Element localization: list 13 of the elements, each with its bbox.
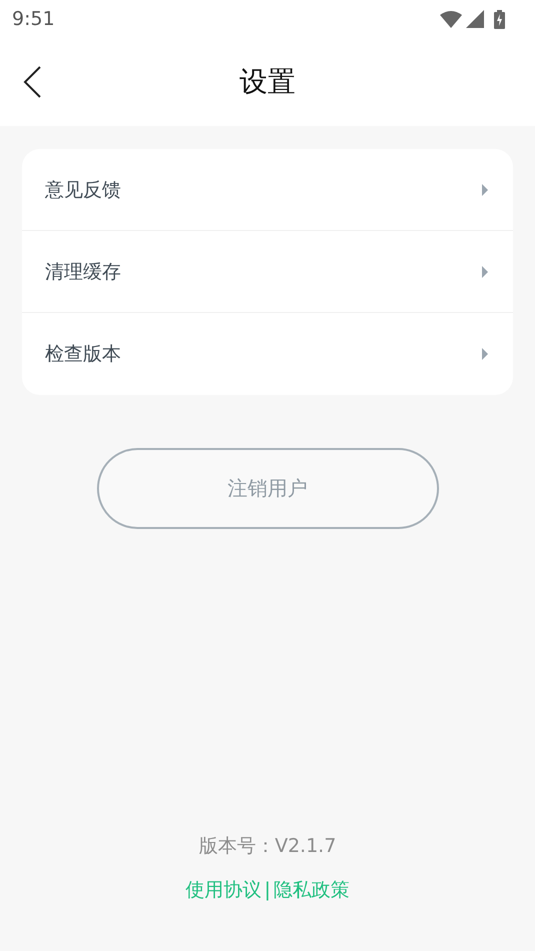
chevron-right-icon xyxy=(481,266,489,278)
chevron-right-icon xyxy=(481,348,489,360)
menu-item-label[interactable]: 意见反馈 xyxy=(45,176,481,202)
wifi-icon xyxy=(440,10,462,28)
status-time: 9:51 xyxy=(12,8,55,30)
link-separator: | xyxy=(264,879,271,901)
chevron-right-icon xyxy=(481,184,489,196)
menu-item-label[interactable]: 清理缓存 xyxy=(45,258,481,284)
version-text: 版本号：V2.1.7 xyxy=(198,834,336,859)
menu-item-label[interactable]: 检查版本 xyxy=(45,341,481,367)
battery-charging-icon xyxy=(494,10,505,28)
signal-icon xyxy=(466,10,484,28)
page-title: 设置 xyxy=(240,64,296,100)
